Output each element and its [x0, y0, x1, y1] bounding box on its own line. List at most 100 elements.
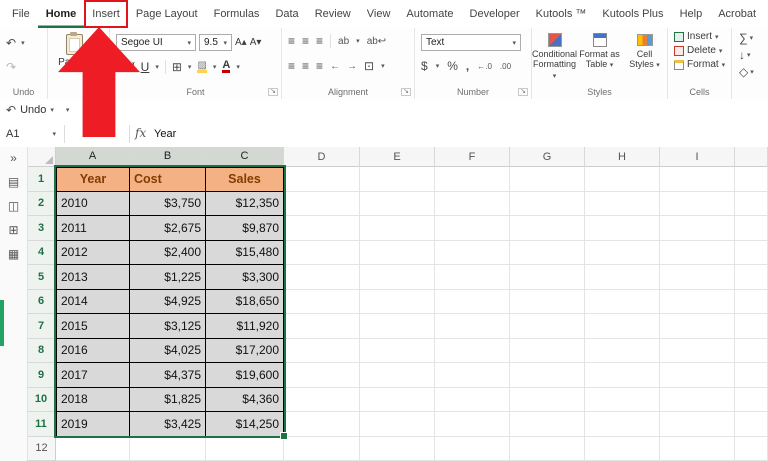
bold-button[interactable]: B	[116, 60, 125, 74]
cell-C8[interactable]: $17,200	[206, 338, 284, 363]
cell-A3[interactable]: 2011	[56, 216, 130, 241]
panel-icon-3[interactable]: ⊞	[8, 223, 18, 237]
format-as-table-button[interactable]: Format as Table ▾	[577, 28, 622, 81]
format-cells-button[interactable]: Format ▾	[674, 59, 731, 70]
column-header-C[interactable]: C	[206, 147, 284, 167]
cell-B4[interactable]: $2,400	[130, 240, 206, 265]
cell-H11[interactable]	[585, 412, 660, 437]
cell-G3[interactable]	[510, 216, 585, 241]
row-header-9[interactable]: 9	[28, 363, 56, 388]
column-header-B[interactable]: B	[130, 147, 206, 167]
cell-B8[interactable]: $4,025	[130, 338, 206, 363]
cell-J5[interactable]	[735, 265, 768, 290]
cell-A11[interactable]: 2019	[56, 412, 130, 437]
cell-F3[interactable]	[435, 216, 510, 241]
underline-button[interactable]: U	[141, 60, 150, 74]
cell-H12[interactable]	[585, 436, 660, 461]
cell-B9[interactable]: $4,375	[130, 363, 206, 388]
cell-J11[interactable]	[735, 412, 768, 437]
grow-font-icon[interactable]: A▴	[235, 37, 247, 48]
panel-icon-1[interactable]: ▤	[8, 175, 19, 189]
cell-D2[interactable]	[284, 191, 360, 216]
undo-button[interactable]: ↶ ▾	[6, 36, 25, 50]
cell-E5[interactable]	[360, 265, 435, 290]
tab-automate[interactable]: Automate	[398, 0, 461, 28]
cell-H9[interactable]	[585, 363, 660, 388]
cell-G12[interactable]	[510, 436, 585, 461]
cell-C11[interactable]: $14,250	[206, 412, 284, 437]
chevron-down-icon[interactable]: ▾	[50, 106, 54, 114]
cell-F2[interactable]	[435, 191, 510, 216]
cell-F1[interactable]	[435, 167, 510, 192]
column-header-partial[interactable]	[735, 147, 768, 167]
expand-panel-icon[interactable]: »	[10, 151, 17, 165]
number-dialog-launcher-icon[interactable]: ↘	[518, 88, 528, 96]
cell-D6[interactable]	[284, 289, 360, 314]
row-header-11[interactable]: 11	[28, 412, 56, 437]
cell-I12[interactable]	[660, 436, 735, 461]
tab-acrobat[interactable]: Acrobat	[710, 0, 764, 28]
tab-page-layout[interactable]: Page Layout	[128, 0, 206, 28]
cell-H8[interactable]	[585, 338, 660, 363]
column-header-F[interactable]: F	[435, 147, 510, 167]
cell-A9[interactable]: 2017	[56, 363, 130, 388]
autosum-button[interactable]: ∑ ▾	[739, 31, 768, 45]
cell-F5[interactable]	[435, 265, 510, 290]
cell-C6[interactable]: $18,650	[206, 289, 284, 314]
row-header-7[interactable]: 7	[28, 314, 56, 339]
cell-C1[interactable]: Sales	[206, 167, 284, 192]
cell-H3[interactable]	[585, 216, 660, 241]
cell-E3[interactable]	[360, 216, 435, 241]
cell-I4[interactable]	[660, 240, 735, 265]
tab-kutools-plus[interactable]: Kutools Plus	[594, 0, 671, 28]
tab-home[interactable]: Home	[38, 0, 85, 28]
cell-D8[interactable]	[284, 338, 360, 363]
cell-A4[interactable]: 2012	[56, 240, 130, 265]
tab-insert[interactable]: Insert	[84, 0, 128, 28]
tab-review[interactable]: Review	[307, 0, 359, 28]
cell-D9[interactable]	[284, 363, 360, 388]
percent-style-icon[interactable]: %	[447, 59, 458, 73]
font-color-icon[interactable]: A	[222, 60, 231, 73]
cell-D5[interactable]	[284, 265, 360, 290]
cell-E10[interactable]	[360, 387, 435, 412]
accounting-format-icon[interactable]: $	[421, 59, 428, 73]
tab-data[interactable]: Data	[267, 0, 306, 28]
row-header-2[interactable]: 2	[28, 191, 56, 216]
select-all-corner[interactable]	[28, 147, 56, 167]
fx-icon[interactable]: fx	[135, 126, 146, 140]
cell-B10[interactable]: $1,825	[130, 387, 206, 412]
align-right-icon[interactable]: ≡	[316, 59, 323, 73]
align-bottom-icon[interactable]: ≡	[316, 34, 323, 48]
cell-F11[interactable]	[435, 412, 510, 437]
cell-E7[interactable]	[360, 314, 435, 339]
cell-J4[interactable]	[735, 240, 768, 265]
cell-E2[interactable]	[360, 191, 435, 216]
cell-B6[interactable]: $4,925	[130, 289, 206, 314]
cell-E4[interactable]	[360, 240, 435, 265]
cell-E1[interactable]	[360, 167, 435, 192]
cell-D11[interactable]	[284, 412, 360, 437]
cell-D12[interactable]	[284, 436, 360, 461]
redo-button[interactable]: ↷	[6, 60, 16, 74]
column-header-I[interactable]: I	[660, 147, 735, 167]
cell-B5[interactable]: $1,225	[130, 265, 206, 290]
cell-D3[interactable]	[284, 216, 360, 241]
cell-C10[interactable]: $4,360	[206, 387, 284, 412]
tab-developer[interactable]: Developer	[462, 0, 528, 28]
fill-color-icon[interactable]: ▨	[197, 60, 207, 73]
cell-F7[interactable]	[435, 314, 510, 339]
cell-B12[interactable]	[130, 436, 206, 461]
cell-A8[interactable]: 2016	[56, 338, 130, 363]
align-top-icon[interactable]: ≡	[288, 34, 295, 48]
number-format-combo[interactable]: Text ▾	[421, 34, 521, 51]
cell-A5[interactable]: 2013	[56, 265, 130, 290]
cut-icon[interactable]: ✂	[94, 36, 103, 47]
panel-icon-2[interactable]: ◫	[8, 199, 19, 213]
cell-styles-button[interactable]: Cell Styles ▾	[622, 28, 667, 81]
cell-C12[interactable]	[206, 436, 284, 461]
orientation-icon[interactable]: ab	[338, 36, 349, 47]
fill-button[interactable]: ↓ ▾	[739, 48, 768, 62]
cell-D1[interactable]	[284, 167, 360, 192]
cell-I1[interactable]	[660, 167, 735, 192]
